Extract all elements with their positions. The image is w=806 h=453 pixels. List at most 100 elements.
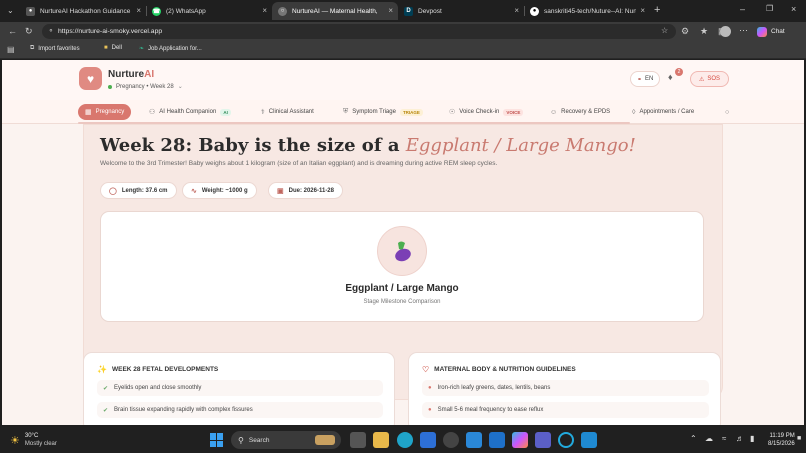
search-highlight-icon <box>315 435 335 445</box>
cloud-icon[interactable]: ☁ <box>705 434 713 443</box>
sidebar-toggle-icon[interactable]: ▤ <box>7 45 15 54</box>
tab-4[interactable]: D Devpost × <box>398 2 524 20</box>
profile-avatar[interactable] <box>720 26 731 37</box>
edge-icon[interactable] <box>397 432 413 448</box>
notification-center-icon[interactable]: ■ <box>797 435 801 442</box>
wifi-icon[interactable]: ≈ <box>722 434 726 443</box>
more-options-icon[interactable]: ⋯ <box>739 25 748 35</box>
maternal-guidelines-card: ♡ MATERNAL BODY & NUTRITION GUIDELINES ●… <box>408 352 721 425</box>
favorite-label: Job Application for... <box>148 45 202 52</box>
pill-label: Weight: ~1000 g <box>201 187 248 194</box>
start-button[interactable] <box>210 433 224 447</box>
minimize-icon[interactable]: – <box>740 4 745 14</box>
list-item: ● Iron-rich leafy greens, dates, lentils… <box>422 380 709 396</box>
bell-icon[interactable]: ♦ <box>668 72 673 82</box>
tab-recovery-epds[interactable]: ☺ Recovery & EPDS <box>543 104 617 120</box>
battery-icon[interactable]: ▮ <box>750 434 754 443</box>
folder-icon: ■ <box>104 45 108 51</box>
outlook-icon[interactable] <box>489 432 505 448</box>
mail-icon[interactable] <box>420 432 436 448</box>
cortana-icon[interactable] <box>558 432 574 448</box>
app-header: ♥ NurtureAI Pregnancy • Week 28 ⌄ ⚭ EN ♦… <box>2 60 804 100</box>
favorite-dell[interactable]: ■ Dell <box>104 45 122 51</box>
tab-pregnancy[interactable]: ▦ Pregnancy <box>78 104 132 120</box>
back-icon[interactable]: ← <box>8 26 17 36</box>
bullet-icon: ● <box>428 407 432 413</box>
close-icon[interactable]: × <box>262 6 267 15</box>
chevron-down-icon: ⌄ <box>177 84 183 90</box>
logo-icon[interactable]: ♥ <box>79 67 102 90</box>
favorite-label: Import favorites <box>38 45 80 52</box>
chevron-up-icon[interactable]: ⌃ <box>690 434 697 443</box>
extensions-icon[interactable]: ⚙ <box>681 26 689 36</box>
close-icon[interactable]: × <box>388 6 393 15</box>
grid-icon: ▦ <box>85 109 92 116</box>
dell-icon[interactable] <box>443 432 459 448</box>
tab-3-active[interactable]: ○ NurtureAI — Maternal Health, Feta × <box>272 2 398 20</box>
more-icon: ○ <box>725 108 730 116</box>
taskbar-search[interactable]: ⚲ Search <box>231 431 341 449</box>
pill-label: Length: 37.6 cm <box>121 187 168 194</box>
tab-voice-check-in[interactable]: ☉ Voice Check-in VOICE <box>442 104 530 120</box>
notification-badge: 2 <box>675 68 683 76</box>
close-icon[interactable]: × <box>136 6 141 15</box>
voice-badge: VOICE <box>503 108 524 116</box>
bot-icon: ⚇ <box>149 109 156 116</box>
comparison-caption: Stage Milestone Comparison <box>363 299 441 305</box>
copilot-icon <box>757 26 767 37</box>
restore-icon[interactable]: ❐ <box>766 4 773 14</box>
favorite-import[interactable]: ⧉ Import favorites <box>30 45 80 52</box>
favorite-job[interactable]: ❧ Job Application for... <box>139 45 202 53</box>
close-icon[interactable]: × <box>640 6 645 15</box>
tab-appointments-care[interactable]: ◊ Appointments / Care <box>625 104 701 120</box>
calendar-icon: ▣ <box>277 187 284 195</box>
bullet-icon: ● <box>428 385 432 391</box>
close-icon[interactable]: × <box>514 6 519 15</box>
clock[interactable]: 11:19 PM 8/15/2026 <box>768 432 795 448</box>
favorite-star-icon[interactable]: ☆ <box>661 26 668 35</box>
time: 11:19 PM <box>769 433 795 439</box>
tab-ai-health-companion[interactable]: ⚇ AI Health Companion AI <box>142 104 238 120</box>
maternal-header: ♡ MATERNAL BODY & NUTRITION GUIDELINES <box>422 365 576 374</box>
search-label: Search <box>248 436 270 444</box>
status-dot <box>108 84 112 89</box>
sos-button[interactable]: ⚠ SOS <box>690 71 730 87</box>
tab-1[interactable]: ● NurtureAI Hackathon Guidance × <box>20 2 146 20</box>
favorites-icon[interactable]: ★ <box>700 26 708 36</box>
activity-icon: ∿ <box>191 187 197 195</box>
tab-label: Symptom Triage <box>352 109 396 115</box>
list-item-text: Brain tissue expanding rapidly with comp… <box>114 407 253 413</box>
close-window-icon[interactable]: × <box>791 4 796 14</box>
url-bar[interactable]: ⚬ https://nurture-ai-smoky.vercel.app ☆ <box>42 24 676 39</box>
speaker-icon[interactable]: ♬ <box>736 434 744 443</box>
copilot-button[interactable]: Chat <box>757 25 801 38</box>
copilot-app-icon[interactable] <box>512 432 528 448</box>
teams-icon[interactable] <box>535 432 551 448</box>
list-item: ✔ Brain tissue expanding rapidly with co… <box>97 402 383 418</box>
tab-5[interactable]: ● sanskriti45-tech/Nuture--AI: Nurtu × <box>524 2 650 20</box>
pill-label: Due: 2026-11-28 <box>288 187 334 194</box>
vscode-icon[interactable] <box>581 432 597 448</box>
github-icon: ● <box>530 6 539 16</box>
size-comparison-card: Eggplant / Large Mango Stage Milestone C… <box>100 211 704 322</box>
tab-title: Devpost <box>418 7 442 15</box>
task-view-icon[interactable] <box>350 432 366 448</box>
tab-2[interactable]: ☎ (2) WhatsApp × <box>146 2 272 20</box>
tab-menu-icon[interactable]: ⌄ <box>7 6 14 16</box>
stage-selector[interactable]: Pregnancy • Week 28 ⌄ <box>108 83 183 90</box>
tab-clinical-assistant[interactable]: ⚕ Clinical Assistant <box>254 104 321 120</box>
tab-overflow[interactable]: ○ <box>718 104 742 120</box>
language-button[interactable]: ⚭ EN <box>630 71 661 87</box>
new-tab-icon[interactable]: + <box>654 5 660 16</box>
site-info-icon[interactable]: ⚬ <box>48 27 54 35</box>
store-icon[interactable] <box>466 432 482 448</box>
globe-icon: ⚭ <box>637 76 643 83</box>
file-explorer-icon[interactable] <box>373 432 389 448</box>
fruit-image <box>377 226 427 276</box>
refresh-icon[interactable]: ↻ <box>25 26 33 36</box>
tab-symptom-triage[interactable]: ⛨ Symptom Triage TRIAGE <box>336 104 430 120</box>
tab-strip: ⌄ ● NurtureAI Hackathon Guidance × ☎ (2)… <box>0 0 806 22</box>
tab-label: Voice Check-in <box>459 109 500 115</box>
weather-widget[interactable]: ☀ 30°C Mostly clear <box>10 432 57 448</box>
heading-prefix: Week 28: Baby is the size of a <box>100 135 406 156</box>
